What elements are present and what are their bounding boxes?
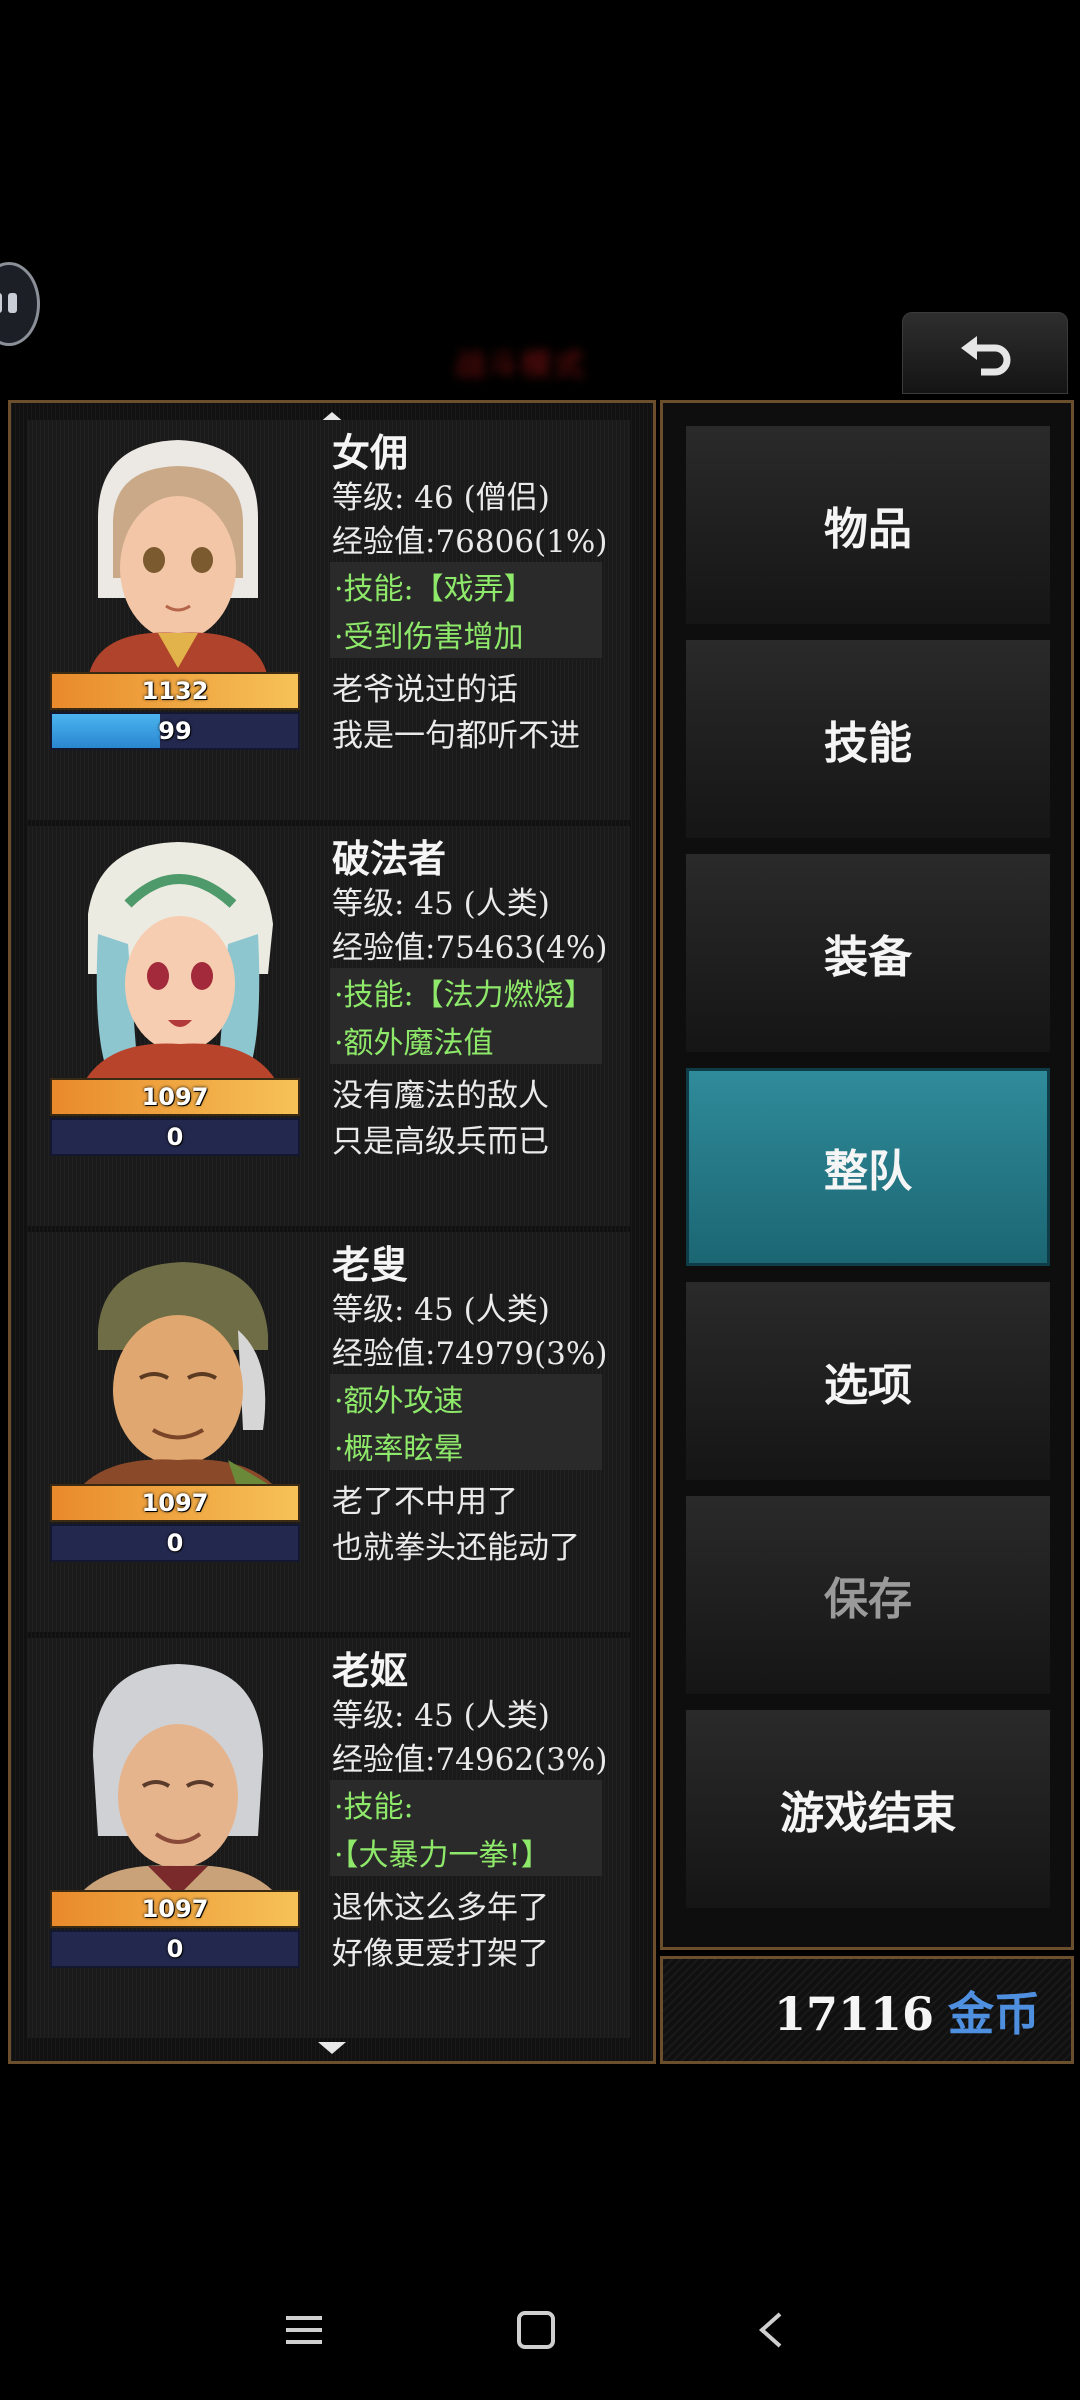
bubble-eye-left — [0, 293, 2, 313]
character-level: 等级: 45 (人类) — [332, 886, 550, 922]
mp-bar: 0 — [50, 1524, 300, 1562]
menu-skills-button[interactable]: 技能 — [686, 640, 1050, 838]
quote-line-2: 我是一句都听不进 — [332, 718, 580, 754]
quote-line-1: 老爷说过的话 — [332, 672, 518, 708]
character-card[interactable]: 1097 0 老妪 等级: 45 (人类) 经验值:74962(3%) ·技能:… — [28, 1638, 630, 2038]
hp-bar: 1097 — [50, 1484, 300, 1522]
gold-unit: 金币 — [948, 1987, 1040, 2041]
blurred-title: 战斗模式 — [455, 348, 587, 383]
hp-bar: 1132 — [50, 672, 300, 710]
skill-line-1: ·技能:【法力燃烧】 — [334, 978, 594, 1013]
hp-bar: 1097 — [50, 1078, 300, 1116]
skill-line-1: ·额外攻速 — [334, 1384, 464, 1419]
character-name: 破法者 — [332, 836, 447, 881]
side-chat-bubble[interactable] — [0, 262, 40, 346]
scroll-down-icon[interactable] — [318, 2042, 346, 2054]
menu-equipment-button[interactable]: 装备 — [686, 854, 1050, 1052]
skill-line-2: ·【大暴力一拳!】 — [334, 1838, 551, 1873]
quote-line-1: 退休这么多年了 — [332, 1890, 549, 1926]
character-name: 女佣 — [332, 430, 409, 475]
spellbreaker-portrait — [83, 842, 278, 1084]
skill-line-2: ·额外魔法值 — [334, 1026, 494, 1061]
skill-line-2: ·受到伤害增加 — [334, 620, 524, 655]
mp-bar: 0 — [50, 1118, 300, 1156]
menu-nav-icon[interactable] — [282, 2310, 326, 2350]
quote-line-1: 没有魔法的敌人 — [332, 1078, 549, 1114]
character-name: 老叟 — [332, 1242, 409, 1287]
menu-items-button[interactable]: 物品 — [686, 426, 1050, 624]
home-nav-icon[interactable] — [516, 2310, 556, 2350]
character-exp: 经验值:75463(4%) — [332, 930, 608, 966]
menu-game-over-button[interactable]: 游戏结束 — [686, 1710, 1050, 1908]
character-level: 等级: 45 (人类) — [332, 1292, 550, 1328]
maid-portrait — [88, 440, 268, 678]
quote-line-2: 好像更爱打架了 — [332, 1936, 549, 1972]
character-exp: 经验值:76806(1%) — [332, 524, 608, 560]
skill-line-1: ·技能: — [334, 1790, 414, 1825]
mp-bar: 99 — [50, 712, 300, 750]
old-man-portrait — [78, 1262, 278, 1490]
quote-line-1: 老了不中用了 — [332, 1484, 518, 1520]
bubble-eye-right — [8, 293, 17, 313]
back-nav-icon[interactable] — [756, 2310, 786, 2350]
character-card[interactable]: 1097 0 破法者 等级: 45 (人类) 经验值:75463(4%) ·技能… — [28, 826, 630, 1226]
back-button[interactable] — [902, 312, 1068, 394]
gold-display: 17116 金币 — [774, 1978, 1040, 2044]
hp-bar: 1097 — [50, 1890, 300, 1928]
quote-line-2: 也就拳头还能动了 — [332, 1530, 580, 1566]
character-card[interactable]: 1097 0 老叟 等级: 45 (人类) 经验值:74979(3%) ·额外攻… — [28, 1232, 630, 1632]
character-exp: 经验值:74979(3%) — [332, 1336, 608, 1372]
menu-save-button[interactable]: 保存 — [686, 1496, 1050, 1694]
skill-line-2: ·概率眩晕 — [334, 1432, 464, 1467]
character-name: 老妪 — [332, 1648, 409, 1693]
menu-options-button[interactable]: 选项 — [686, 1282, 1050, 1480]
skill-line-1: ·技能:【戏弄】 — [334, 572, 534, 607]
back-arrow-icon — [961, 336, 1011, 376]
mp-bar: 0 — [50, 1930, 300, 1968]
character-level: 等级: 46 (僧侣) — [332, 480, 550, 516]
character-level: 等级: 45 (人类) — [332, 1698, 550, 1734]
menu-formation-button[interactable]: 整队 — [686, 1068, 1050, 1266]
character-exp: 经验值:74962(3%) — [332, 1742, 608, 1778]
gold-amount: 17116 — [773, 1987, 934, 2041]
character-card[interactable]: 1132 99 女佣 等级: 46 (僧侣) 经验值:76806(1%) ·技能… — [28, 420, 630, 820]
old-woman-portrait — [78, 1664, 278, 1896]
quote-line-2: 只是高级兵而已 — [332, 1124, 549, 1160]
